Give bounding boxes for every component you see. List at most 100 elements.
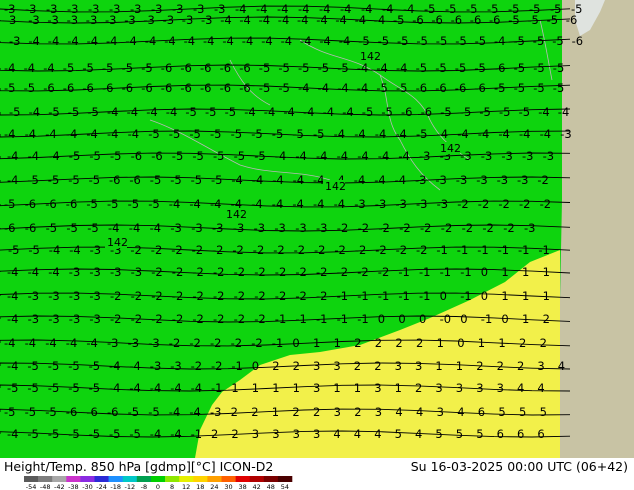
temperature-label: -3 [481, 149, 492, 163]
temperature-label: 2 [292, 405, 299, 419]
temperature-label: -1 [191, 427, 202, 441]
temperature-label: 1 [293, 381, 300, 395]
legend-swatch [235, 476, 250, 482]
temperature-label: -5 [48, 173, 59, 187]
temperature-label: -1 [538, 243, 549, 257]
temperature-label: 3 [476, 381, 483, 395]
temperature-label: 5 [476, 427, 483, 441]
temperature-label: -5 [259, 81, 270, 95]
temperature-label: 1 [498, 336, 505, 350]
temperature-label: -6 [470, 13, 481, 27]
temperature-label: -5 [278, 81, 289, 95]
temperature-label: -4 [129, 381, 140, 395]
temperature-label: -5 [381, 105, 392, 119]
legend-swatch [179, 476, 194, 482]
temperature-label: -2 [441, 221, 452, 235]
legend-tick-label: 42 [253, 483, 261, 490]
temperature-label: 3 [374, 381, 381, 395]
temperature-label: 0 [252, 359, 259, 373]
temperature-label: -2 [234, 312, 245, 326]
temperature-label: 4 [558, 359, 565, 373]
temperature-label: -4 [261, 34, 272, 48]
temperature-label: -5 [169, 127, 180, 141]
temperature-label: 3 [375, 405, 382, 419]
temperature-label: -5 [272, 127, 283, 141]
legend-swatch [193, 476, 208, 482]
temperature-label: -1 [398, 265, 409, 279]
temperature-label: -3 [517, 173, 528, 187]
temperature-label: 3 [9, 13, 16, 27]
temperature-label: -4 [109, 381, 120, 395]
temperature-label: -4 [25, 336, 36, 350]
temperature-label: -5 [533, 81, 544, 95]
temperature-label: -4 [396, 61, 407, 75]
temperature-label: -5 [514, 61, 525, 75]
temperature-label: -5 [416, 127, 427, 141]
temperature-label: -6 [220, 61, 231, 75]
temperature-label: -3 [48, 289, 59, 303]
temperature-label: 2 [497, 359, 504, 373]
temperature-label: -1 [477, 243, 488, 257]
temperature-label: -6 [107, 405, 118, 419]
temperature-label: -4 [203, 34, 214, 48]
temperature-label: 0 [460, 312, 467, 326]
temperature-label: -6 [494, 61, 505, 75]
temperature-label: 5 [519, 405, 526, 419]
temperature-label: -6 [63, 81, 74, 95]
temperature-label: -2 [275, 265, 286, 279]
temperature-label: 3 [437, 405, 444, 419]
temperature-label: -1 [211, 381, 222, 395]
legend-tick-label: 24 [210, 483, 218, 490]
contour-height-label: 142 [438, 142, 461, 155]
temperature-label: -2 [110, 312, 121, 326]
temperature-label: 1 [252, 381, 259, 395]
temperature-label: -3 [86, 13, 97, 27]
temperature-label: -2 [192, 312, 203, 326]
temperature-label: -5 [494, 81, 505, 95]
temperature-label: -4 [170, 427, 181, 441]
temperature-label: -2 [314, 243, 325, 257]
svg-text:142: 142 [226, 208, 247, 221]
temperature-label: 4 [537, 381, 544, 395]
temperature-label: -2 [295, 265, 306, 279]
temperature-label: 1 [501, 289, 508, 303]
temperature-label: -5 [66, 221, 77, 235]
temperature-label: 1 [543, 265, 550, 279]
temperature-label: -4 [184, 34, 195, 48]
temperature-label: -4 [222, 34, 233, 48]
temperature-label: -4 [7, 359, 18, 373]
temperature-label: -5 [27, 359, 38, 373]
temperature-label: -6 [239, 81, 250, 95]
temperature-label: 1 [522, 312, 529, 326]
contour-height-label: 142 [323, 180, 346, 193]
temperature-label: -1 [481, 312, 492, 326]
temperature-label: -4 [275, 149, 286, 163]
temperature-label: -2 [399, 221, 410, 235]
temperature-label: -6 [122, 81, 133, 95]
temperature-label: 2 [517, 359, 524, 373]
temperature-label: -6 [451, 13, 462, 27]
temperature-label: -3 [89, 312, 100, 326]
temperature-label: -2 [232, 243, 243, 257]
temperature-label: -4 [378, 149, 389, 163]
svg-text:142: 142 [107, 236, 128, 249]
temperature-label: -2 [254, 289, 265, 303]
temperature-label: -5 [362, 105, 373, 119]
temperature-label: 5 [540, 405, 547, 419]
temperature-label: -6 [421, 105, 432, 119]
temperature-label: -4 [48, 34, 59, 48]
temperature-label: 6 [537, 427, 544, 441]
temperature-label: -1 [295, 312, 306, 326]
forecast-map: -3 -3 -3 -3 -3 -3 -3 -3 -3 -3 -3 -4 -4 -4 -4 -4 -4 -4 -4 -4… [0, 0, 634, 458]
legend-tick-label: 30 [224, 483, 232, 490]
color-scale-legend: -54 -48 -42 -38 -30 -24 -18 -12 -8 0 8 12 18 24 30 38 42… [24, 476, 293, 490]
temperature-label: -2 [169, 336, 180, 350]
temperature-label: -5 [499, 105, 510, 119]
temperature-label: -5 [435, 61, 446, 75]
temperature-label: -4 [538, 105, 549, 119]
temperature-label: -5 [508, 13, 519, 27]
temperature-label: -1 [337, 312, 348, 326]
temperature-label: -4 [337, 81, 348, 95]
temperature-label: -5 [172, 149, 183, 163]
temperature-label: -1 [436, 243, 447, 257]
